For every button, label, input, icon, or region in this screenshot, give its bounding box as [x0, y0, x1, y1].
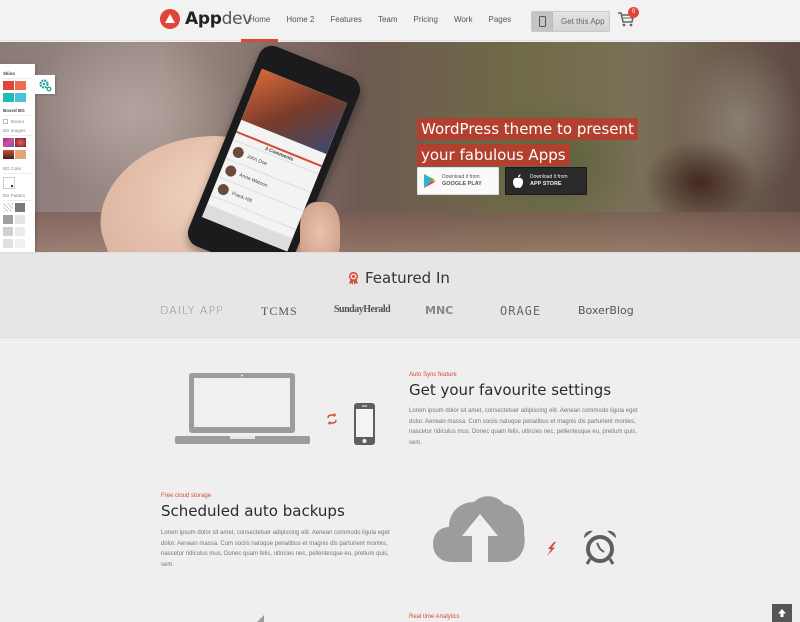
hero-banner: 3 Comments John Doe Anna Watson Frank Hi… [0, 42, 800, 252]
feature-eyebrow-analytics: Real time Analytics [409, 614, 460, 620]
google-play-button[interactable]: Download it from GOOGLE PLAY [417, 167, 499, 195]
skin-swatch-teal[interactable] [3, 93, 14, 102]
bg-pattern-option[interactable] [15, 227, 25, 236]
apple-icon [513, 174, 523, 188]
bg-pattern-option[interactable] [3, 239, 13, 248]
checkbox-icon [3, 119, 8, 124]
bg-color-label: BG Color [3, 166, 32, 174]
skins-label: Skins [3, 71, 32, 79]
bg-image-option[interactable] [15, 138, 26, 147]
brand-logo-mnc: MNC [425, 304, 454, 317]
sync-icon [327, 413, 337, 425]
main-nav: Home Home 2 Features Team Pricing Work P… [241, 0, 519, 42]
logo-text-bold: App [185, 9, 222, 29]
hero-title-line-1: WordPress theme to present [417, 118, 638, 140]
bg-pattern-option[interactable] [3, 227, 13, 236]
featured-in-section: Featured In DAILY APP TCMS SundayHerald … [0, 252, 800, 338]
feature-title-backups: Scheduled auto backups [161, 502, 345, 520]
google-play-small-text: Download it from [442, 174, 480, 180]
bg-pattern-option[interactable] [3, 215, 13, 224]
gear-icon [39, 78, 52, 91]
boxed-checkbox[interactable]: Boxed [3, 119, 32, 124]
bg-image-option[interactable] [15, 150, 26, 159]
nav-pricing[interactable]: Pricing [406, 0, 446, 41]
phone-icon [532, 12, 553, 31]
feature-body-backups: Lorem ipsum dolor sit amet, consectetuer… [161, 530, 390, 568]
boxed-bg-label: Boxed BG [3, 108, 32, 116]
scroll-to-top-button[interactable] [772, 604, 792, 622]
google-play-big-text: GOOGLE PLAY [442, 181, 482, 187]
get-this-app-label: Get this App [561, 17, 605, 26]
feature-eyebrow-cloud-storage: Free cloud storage [161, 493, 212, 499]
lightning-icon [547, 542, 556, 556]
featured-in-title: Featured In [365, 269, 450, 287]
bg-pattern-option[interactable] [15, 239, 25, 248]
skin-swatch-orange[interactable] [15, 81, 26, 90]
bg-pattern-option[interactable] [15, 215, 25, 224]
site-header: Appdev Home Home 2 Features Team Pricing… [0, 0, 800, 42]
bg-image-option[interactable] [3, 150, 14, 159]
bg-images-label: BG Images [3, 128, 32, 136]
bg-image-option[interactable] [3, 138, 14, 147]
skin-swatch-red[interactable] [3, 81, 14, 90]
fingers-image [300, 202, 340, 252]
logo[interactable]: Appdev [160, 9, 252, 29]
brand-logo-daily-app: DAILY APP [160, 304, 224, 317]
brand-logo-orage: ORAGE [500, 304, 542, 318]
get-this-app-button[interactable]: Get this App [531, 11, 610, 32]
feature-body-settings: Lorem ipsum dolor sit amet, consectetuer… [409, 408, 638, 446]
app-store-big-text: APP STORE [530, 181, 562, 187]
smartphone-icon [354, 403, 375, 445]
brand-logo-boxerblog: BoxerBlog [578, 304, 634, 317]
hero-title: WordPress theme to present your fabulous… [417, 118, 638, 170]
award-icon [348, 271, 359, 285]
nav-features[interactable]: Features [322, 0, 370, 41]
alarm-clock-icon [583, 530, 617, 565]
arrow-up-icon [778, 609, 786, 617]
nav-pages[interactable]: Pages [480, 0, 519, 41]
nav-team[interactable]: Team [370, 0, 406, 41]
cart-count-badge: 0 [628, 7, 639, 18]
brand-logo-sunday-herald: SundayHerald [334, 304, 391, 315]
brand-logo-tcms: TCMS [261, 304, 298, 318]
chart-icon-partial [257, 615, 264, 622]
app-store-small-text: Download it from [530, 174, 568, 180]
hero-title-line-2: your fabulous Apps [417, 144, 570, 166]
style-switcher-toggle[interactable] [35, 75, 55, 94]
logo-icon [160, 9, 180, 29]
nav-work[interactable]: Work [446, 0, 481, 41]
bg-pattern-label: BG Pattern [3, 193, 32, 201]
nav-home[interactable]: Home [241, 0, 279, 42]
laptop-icon [175, 373, 310, 444]
google-play-icon [424, 174, 436, 188]
bg-pattern-option[interactable] [3, 203, 13, 212]
feature-eyebrow-auto-sync: Auto Sync feature [409, 372, 457, 378]
nav-home-2[interactable]: Home 2 [278, 0, 322, 41]
feature-title-settings: Get your favourite settings [409, 381, 612, 399]
cloud-upload-icon [433, 496, 525, 564]
bg-pattern-option[interactable] [15, 203, 25, 212]
skin-swatch-cyan[interactable] [15, 93, 26, 102]
bg-color-picker[interactable] [3, 177, 15, 189]
app-store-button[interactable]: Download it from APP STORE [505, 167, 587, 195]
